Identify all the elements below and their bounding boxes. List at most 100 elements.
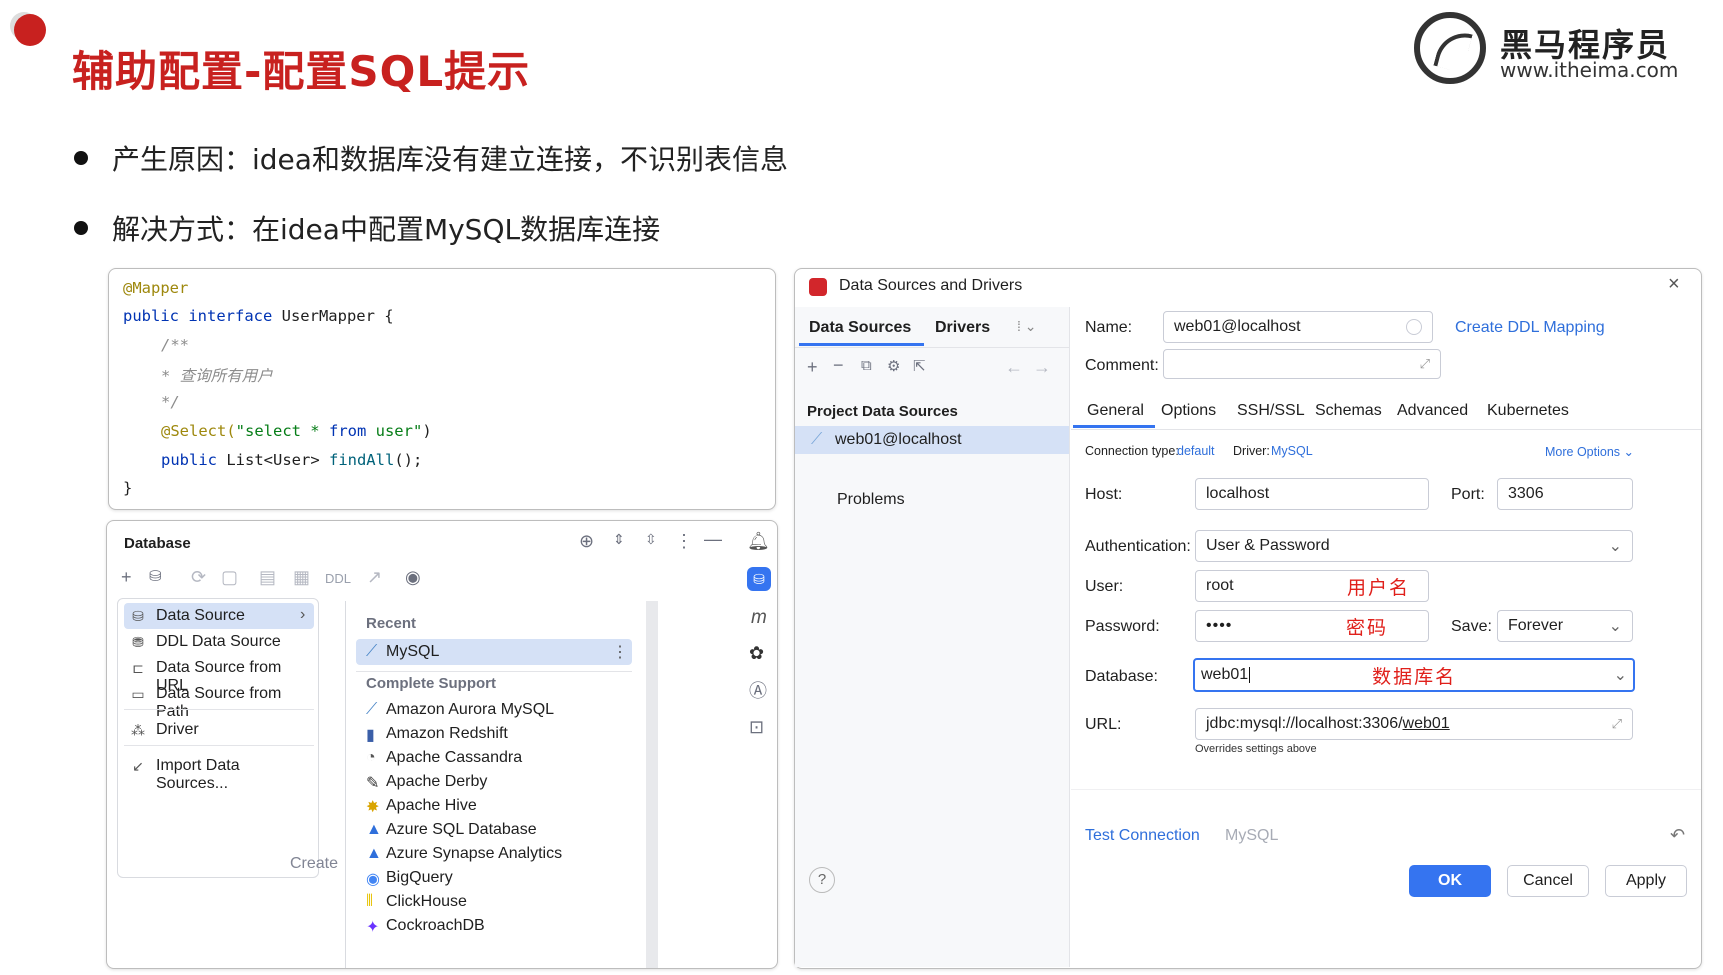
expand-icon[interactable]: ⤢: [1612, 716, 1622, 732]
submenu-item[interactable]: ▮ Amazon Redshift: [356, 722, 632, 746]
tabs-divider: [1071, 429, 1701, 430]
jump-icon[interactable]: ↗: [367, 567, 382, 588]
tab-general[interactable]: General: [1087, 402, 1144, 420]
ddl-button[interactable]: DDL: [325, 571, 351, 586]
test-connection-link[interactable]: Test Connection: [1085, 827, 1200, 845]
submenu-item[interactable]: ◉ BigQuery: [356, 866, 632, 890]
tab-kubernetes[interactable]: Kubernetes: [1487, 402, 1569, 420]
submenu-item[interactable]: ⦀ ClickHouse: [356, 890, 632, 914]
chevron-down-icon: ⌄: [1613, 667, 1627, 684]
view-options-icon[interactable]: ◉: [405, 567, 421, 588]
add-icon[interactable]: +: [121, 567, 132, 588]
table-icon[interactable]: ▦: [293, 567, 310, 588]
chevron-down-icon: ⌄: [1608, 618, 1622, 635]
data-source-item-selected[interactable]: ⟋ web01@localhost: [795, 426, 1069, 454]
data-source-properties-icon[interactable]: ⛁: [149, 567, 162, 585]
menu-item-driver[interactable]: ⁂ Driver: [124, 717, 314, 743]
color-picker-icon[interactable]: [1406, 319, 1422, 335]
back-arrow-icon[interactable]: ←: [1005, 357, 1023, 378]
host-input[interactable]: localhost: [1195, 478, 1429, 510]
submenu-item[interactable]: ⟋ Amazon Aurora MySQL: [356, 698, 632, 722]
comment-input[interactable]: ⤢: [1163, 349, 1441, 379]
settings-icon[interactable]: ⚙: [887, 357, 900, 375]
console-icon[interactable]: ▤: [259, 567, 276, 588]
bullet-cause: 产生原因：idea和数据库没有建立连接，不识别表信息: [74, 138, 788, 178]
menu-item-label: Import Data Sources...: [156, 757, 240, 792]
plugin-icon[interactable]: ✿: [749, 643, 764, 664]
url-icon: ⊏: [132, 660, 144, 676]
refresh-icon[interactable]: ⟳: [191, 567, 206, 588]
more-vertical-icon[interactable]: ⋮: [675, 531, 693, 552]
tab-drivers[interactable]: Drivers: [935, 319, 990, 337]
save-select[interactable]: Forever ⌄: [1497, 610, 1633, 642]
cancel-button[interactable]: Cancel: [1507, 865, 1589, 897]
menu-item-data-source-from-url[interactable]: ⊏ Data Source from URL: [124, 655, 314, 694]
url-input[interactable]: jdbc:mysql://localhost:3306/web01 ⤢: [1195, 708, 1633, 740]
menu-item-data-source[interactable]: ⛁ Data Source ›: [124, 603, 314, 629]
ok-button[interactable]: OK: [1409, 865, 1491, 897]
database-tool-window: Database ⊕ ⇕ ⇳ ⋮ — + ⛁ ⟳ ▢ ▤ ▦ DDL ↗ ◉ ⛁…: [106, 520, 778, 969]
expand-icon[interactable]: ⤢: [1420, 356, 1430, 372]
authentication-select[interactable]: User & Password ⌄: [1195, 530, 1633, 562]
submenu-item[interactable]: ▲ Azure SQL Database: [356, 818, 632, 842]
menu-item-data-source-from-path[interactable]: ▭ Data Source from Path: [124, 681, 314, 720]
tab-data-sources[interactable]: Data Sources: [809, 319, 911, 337]
close-icon[interactable]: ×: [1668, 273, 1680, 296]
tab-schemas[interactable]: Schemas: [1315, 402, 1382, 420]
minimize-icon[interactable]: —: [704, 529, 722, 550]
remove-icon[interactable]: −: [833, 355, 844, 376]
tab-options[interactable]: Options: [1161, 402, 1216, 420]
tab-ssh-ssl[interactable]: SSH/SSL: [1237, 402, 1305, 420]
more-vertical-icon[interactable]: ⋮: [612, 642, 628, 662]
submenu-scrollbar[interactable]: [646, 601, 658, 968]
submenu-item-label: Amazon Redshift: [386, 725, 508, 742]
help-icon[interactable]: ?: [809, 867, 835, 893]
name-input[interactable]: web01@localhost: [1163, 311, 1433, 343]
connection-type-link[interactable]: default: [1177, 444, 1215, 458]
tab-advanced[interactable]: Advanced: [1397, 402, 1468, 420]
submenu-item[interactable]: ◔ Apache Cassandra: [356, 746, 632, 770]
open-external-icon[interactable]: ⇱: [913, 357, 926, 375]
name-input-value: web01@localhost: [1174, 318, 1301, 335]
azure-sql-icon: ▲: [366, 821, 382, 838]
submenu-item[interactable]: ✎ Apache Derby: [356, 770, 632, 794]
menu-item-label: DDL Data Source: [156, 633, 281, 650]
copy-icon[interactable]: ⧉: [861, 357, 872, 374]
database-tool-icon[interactable]: ⛁: [747, 567, 771, 591]
user-input[interactable]: root 用户名: [1195, 570, 1429, 602]
create-ddl-mapping-link[interactable]: Create DDL Mapping: [1455, 319, 1605, 337]
port-label: Port:: [1451, 486, 1485, 503]
collapse-icon[interactable]: ⇳: [645, 531, 657, 548]
submenu-item-label: Azure Synapse Analytics: [386, 845, 563, 862]
bookmarks-icon[interactable]: ⊡: [749, 717, 764, 738]
menu-item-ddl-data-source[interactable]: ⛃ DDL Data Source: [124, 629, 314, 655]
ai-assistant-icon[interactable]: Ⓐ: [749, 677, 767, 703]
divider: [1071, 789, 1701, 790]
database-input[interactable]: web01 数据库名 ⌄: [1193, 658, 1635, 692]
problems-item[interactable]: Problems: [837, 491, 905, 509]
menu-item-import-data-sources[interactable]: ↙ Import Data Sources...: [124, 753, 314, 792]
url-hint: Overrides settings above: [1195, 743, 1317, 755]
add-icon[interactable]: +: [807, 357, 818, 378]
apply-button[interactable]: Apply: [1605, 865, 1687, 897]
submenu-item[interactable]: ▲ Azure Synapse Analytics: [356, 842, 632, 866]
port-input[interactable]: 3306: [1497, 478, 1633, 510]
notifications-icon[interactable]: 🔔︎: [747, 531, 770, 552]
database-icon: ⛁: [132, 608, 144, 624]
maven-icon[interactable]: m: [751, 607, 767, 629]
tabs-overflow-icon[interactable]: ⁞ ⌄: [1017, 318, 1037, 335]
save-value: Forever: [1508, 617, 1564, 634]
more-options-link[interactable]: More Options ⌄: [1545, 444, 1634, 459]
locate-icon[interactable]: ⊕: [579, 531, 594, 552]
reset-icon[interactable]: ↶: [1670, 825, 1685, 846]
submenu-divider: [356, 671, 632, 672]
password-input[interactable]: •••• 密码: [1195, 610, 1429, 642]
submenu-item[interactable]: ✦ CockroachDB: [356, 914, 632, 938]
expand-icon[interactable]: ⇕: [613, 531, 625, 548]
submenu-item-mysql-recent[interactable]: ⟋ MySQL ⋮: [356, 639, 632, 665]
forward-arrow-icon[interactable]: →: [1033, 357, 1051, 378]
tab-general-indicator: [1073, 425, 1155, 428]
submenu-item[interactable]: ✸ Apache Hive: [356, 794, 632, 818]
stop-icon[interactable]: ▢: [221, 567, 238, 588]
driver-link[interactable]: MySQL: [1271, 444, 1313, 458]
